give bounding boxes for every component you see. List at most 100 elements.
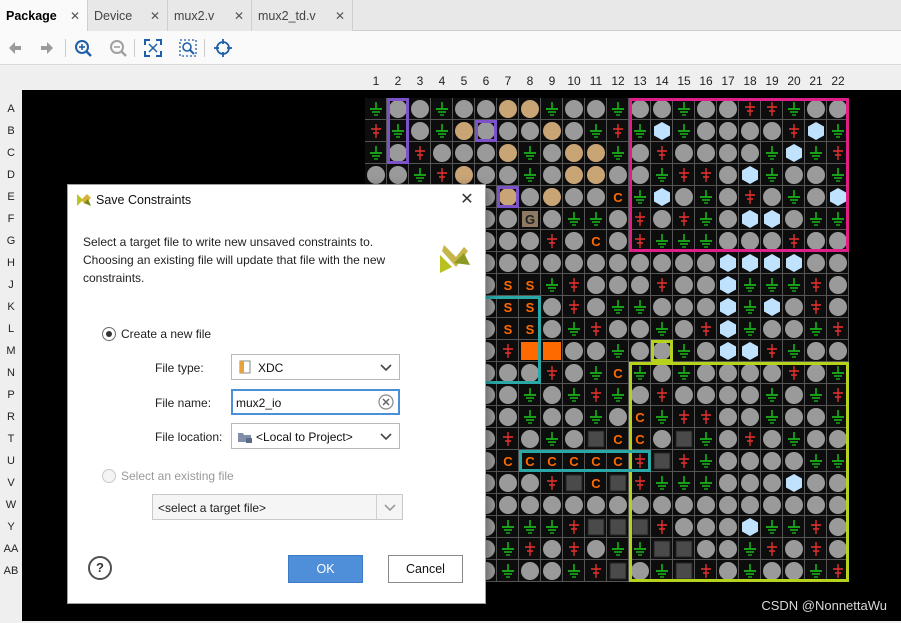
io-pin[interactable] xyxy=(695,494,717,516)
io-pin[interactable] xyxy=(519,230,541,252)
ground-pin[interactable] xyxy=(761,274,783,296)
io-pin[interactable] xyxy=(739,384,761,406)
io-pin[interactable] xyxy=(519,560,541,582)
ground-pin[interactable] xyxy=(629,296,651,318)
io-pin[interactable] xyxy=(717,98,739,120)
ground-pin[interactable] xyxy=(761,142,783,164)
io-pin[interactable] xyxy=(541,406,563,428)
io-pin[interactable] xyxy=(827,340,849,362)
io-pin[interactable] xyxy=(717,560,739,582)
io-pin[interactable] xyxy=(475,98,497,120)
io-pin[interactable] xyxy=(563,362,585,384)
system-pin[interactable]: S xyxy=(519,318,541,340)
ground-pin[interactable] xyxy=(783,428,805,450)
gt-pin[interactable] xyxy=(453,164,475,186)
ground-pin[interactable] xyxy=(695,450,717,472)
gt-pin[interactable] xyxy=(497,98,519,120)
io-pin[interactable] xyxy=(519,362,541,384)
io-pin[interactable] xyxy=(453,98,475,120)
io-pin[interactable] xyxy=(365,164,387,186)
io-pin[interactable] xyxy=(519,428,541,450)
cancel-button[interactable]: Cancel xyxy=(388,555,463,583)
zoom-out-icon[interactable] xyxy=(107,37,129,59)
io-pin[interactable] xyxy=(563,230,585,252)
ground-pin[interactable] xyxy=(827,208,849,230)
power-pin[interactable] xyxy=(629,450,651,472)
ground-pin[interactable] xyxy=(541,428,563,450)
power-pin[interactable] xyxy=(673,164,695,186)
io-pin[interactable] xyxy=(607,230,629,252)
io-pin[interactable] xyxy=(431,142,453,164)
io-pin[interactable] xyxy=(717,142,739,164)
ground-pin[interactable] xyxy=(783,516,805,538)
io-pin[interactable] xyxy=(629,340,651,362)
io-pin[interactable] xyxy=(541,494,563,516)
io-pin[interactable] xyxy=(673,142,695,164)
ground-pin[interactable] xyxy=(673,120,695,142)
ground-pin[interactable] xyxy=(563,384,585,406)
io-pin[interactable] xyxy=(673,296,695,318)
hex-pin[interactable] xyxy=(717,274,739,296)
hex-pin[interactable] xyxy=(651,186,673,208)
hex-pin[interactable] xyxy=(783,472,805,494)
power-pin[interactable] xyxy=(563,538,585,560)
io-pin[interactable] xyxy=(585,538,607,560)
ground-pin[interactable] xyxy=(607,296,629,318)
unbonded-pin[interactable] xyxy=(607,516,629,538)
io-pin[interactable] xyxy=(783,296,805,318)
ground-pin[interactable] xyxy=(783,98,805,120)
power-pin[interactable] xyxy=(827,142,849,164)
io-pin[interactable] xyxy=(519,494,541,516)
hex-pin[interactable] xyxy=(717,252,739,274)
ground-pin[interactable] xyxy=(827,362,849,384)
ground-pin[interactable] xyxy=(783,274,805,296)
ground-pin[interactable] xyxy=(365,142,387,164)
io-pin[interactable] xyxy=(695,252,717,274)
power-pin[interactable] xyxy=(563,516,585,538)
io-pin[interactable] xyxy=(387,164,409,186)
create-new-file-radio[interactable] xyxy=(102,327,116,341)
io-pin[interactable] xyxy=(519,120,541,142)
io-pin[interactable] xyxy=(805,252,827,274)
gt-pin[interactable] xyxy=(585,164,607,186)
ground-pin[interactable] xyxy=(673,340,695,362)
io-pin[interactable] xyxy=(497,494,519,516)
io-pin[interactable] xyxy=(695,516,717,538)
io-pin[interactable] xyxy=(739,142,761,164)
zoom-in-icon[interactable] xyxy=(72,37,94,59)
ground-pin[interactable] xyxy=(629,120,651,142)
io-pin[interactable] xyxy=(541,164,563,186)
ground-pin[interactable] xyxy=(673,362,695,384)
power-pin[interactable] xyxy=(497,340,519,362)
ground-pin[interactable] xyxy=(519,142,541,164)
gt-pin[interactable] xyxy=(563,142,585,164)
io-pin[interactable] xyxy=(563,186,585,208)
io-pin[interactable] xyxy=(651,98,673,120)
io-pin[interactable] xyxy=(695,384,717,406)
io-pin[interactable] xyxy=(563,120,585,142)
ground-pin[interactable] xyxy=(519,384,541,406)
io-pin[interactable] xyxy=(497,208,519,230)
autofit-selection-icon[interactable] xyxy=(212,37,234,59)
io-pin[interactable] xyxy=(783,164,805,186)
io-pin[interactable] xyxy=(629,494,651,516)
power-pin[interactable] xyxy=(409,142,431,164)
ground-pin[interactable] xyxy=(629,538,651,560)
io-pin[interactable] xyxy=(805,164,827,186)
ground-pin[interactable] xyxy=(673,98,695,120)
io-pin[interactable] xyxy=(497,406,519,428)
dropdown-button[interactable] xyxy=(376,495,402,519)
help-button[interactable]: ? xyxy=(88,556,112,580)
power-pin[interactable] xyxy=(695,164,717,186)
system-pin[interactable]: S xyxy=(519,296,541,318)
create-new-file-label[interactable]: Create a new file xyxy=(121,327,211,341)
io-pin[interactable] xyxy=(651,494,673,516)
io-pin[interactable] xyxy=(607,252,629,274)
file-type-select[interactable]: XDC xyxy=(231,354,400,380)
ground-pin[interactable] xyxy=(739,538,761,560)
close-tab-icon[interactable]: ✕ xyxy=(335,9,345,23)
close-icon[interactable]: ✕ xyxy=(457,190,477,210)
io-pin[interactable] xyxy=(717,208,739,230)
power-pin[interactable] xyxy=(651,516,673,538)
power-pin[interactable] xyxy=(673,450,695,472)
